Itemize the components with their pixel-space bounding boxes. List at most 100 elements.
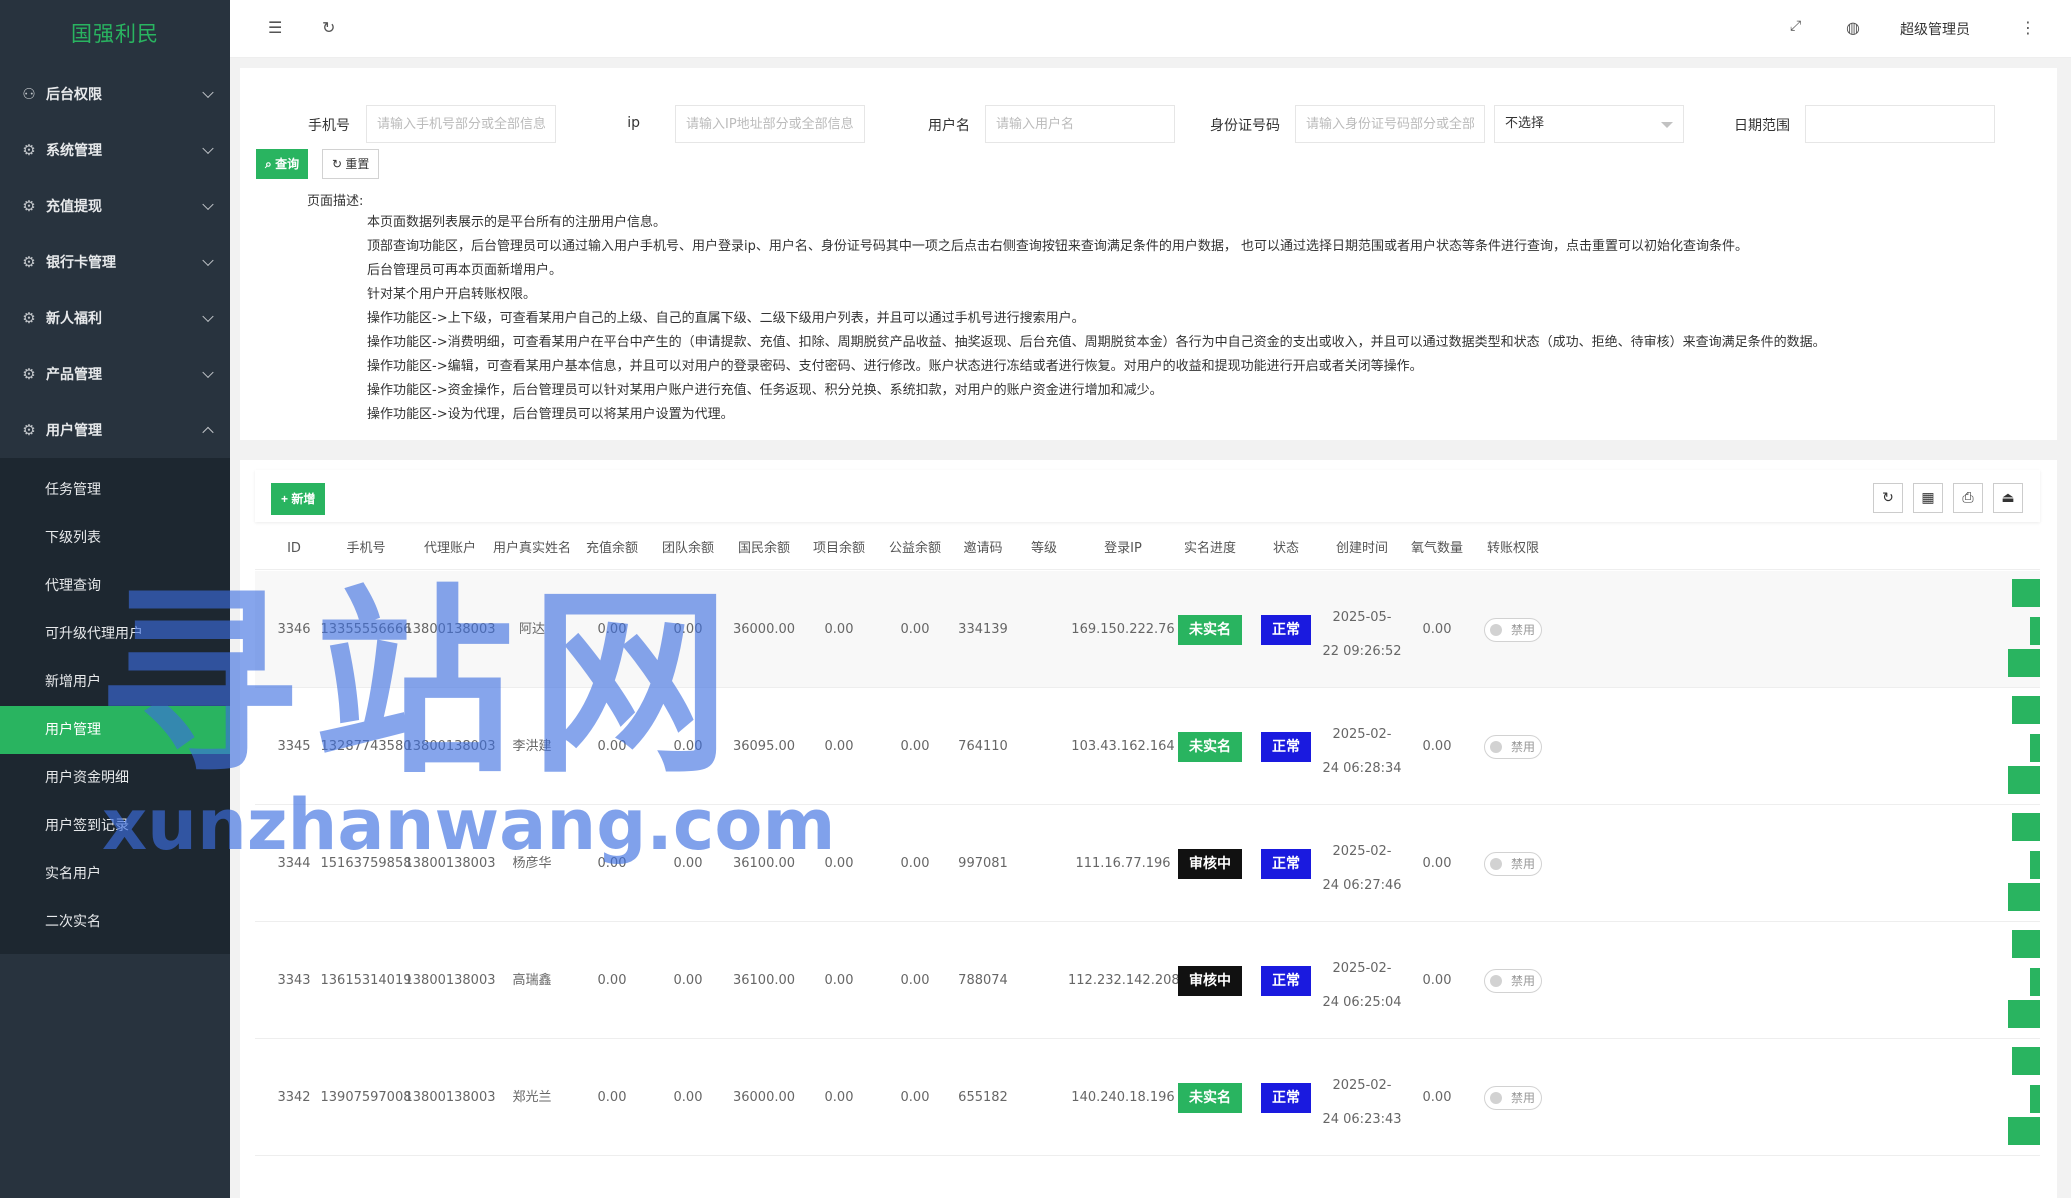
transfer-permission-switch[interactable]: 禁用 [1484,852,1542,876]
query-button-label: 查询 [275,157,300,171]
row-action-button[interactable] [2030,851,2040,879]
switch-knob [1490,1092,1502,1104]
globe-icon[interactable]: ◍ [1846,18,1860,37]
row-action-button[interactable] [2030,968,2040,996]
fullscreen-icon[interactable]: ⤢ [1790,18,1801,34]
logo: 国强利民 [71,22,159,46]
table-row[interactable]: 3343 13615314019 13800138003 高瑞鑫 0.00 0.00 361… [255,922,2040,1039]
transfer-permission-switch[interactable]: 禁用 [1484,1086,1542,1110]
submenu-item-6[interactable]: 用户资金明细 [0,754,230,802]
realname-status-badge: 审核中 [1178,849,1242,879]
sidebar-menu-label: 产品管理 [46,367,102,383]
description-line: 本页面数据列表展示的是平台所有的注册用户信息。 [367,215,667,230]
top-header: ☰ ↻ ⤢ ◍ 超级管理员 ⋮ [230,0,2071,58]
submenu-item-8[interactable]: 实名用户 [0,850,230,898]
submenu-item-7[interactable]: 用户签到记录 [0,802,230,850]
switch-label: 禁用 [1511,623,1536,637]
refresh-icon[interactable]: ↻ [322,18,335,37]
table-row[interactable]: 3346 13355556666 13800138003 阿达 0.00 0.00 3600… [255,571,2040,688]
transfer-permission-switch[interactable]: 禁用 [1484,969,1542,993]
plus-icon: + [281,492,292,506]
submenu-item-9[interactable]: 二次实名 [0,898,230,946]
transfer-permission-switch[interactable]: 禁用 [1484,618,1542,642]
switch-label: 禁用 [1511,1091,1536,1105]
row-action-button[interactable] [2008,649,2040,677]
cell-ip: 111.16.77.196 [1075,856,1171,871]
sidebar-menu-2[interactable]: ⚙ 充值提现 [0,178,230,234]
admin-user-menu[interactable]: 超级管理员 [1900,19,1970,39]
row-action-button[interactable] [2012,579,2040,607]
table-header: ID 手机号 代理账户 用户真实姓名 充值余额 团队余额 国民余额 项目余额 公益余额 邀请码 等级… [255,528,2040,570]
sidebar-menu-label: 用户管理 [46,423,102,439]
status-select-value: 不选择 [1505,116,1545,131]
submenu-item-3[interactable]: 可升级代理用户 [0,610,230,658]
export-icon[interactable]: ⏏ [1993,483,2023,513]
phone-input[interactable] [366,105,556,143]
submenu-item-5[interactable]: 用户管理 [0,706,230,754]
account-status-badge: 正常 [1261,1083,1311,1113]
row-action-button[interactable] [2008,1000,2040,1028]
print-icon[interactable]: ⎙ [1953,483,1983,513]
row-action-button[interactable] [2030,1085,2040,1113]
sidebar-menu-5[interactable]: ⚙ 产品管理 [0,346,230,402]
sidebar-menu-label: 新人福利 [46,311,102,327]
menu-toggle-icon[interactable]: ☰ [268,18,282,37]
submenu-item-4[interactable]: 新增用户 [0,658,230,706]
row-action-button[interactable] [2012,696,2040,724]
query-button[interactable]: ⌕ 查询 [256,149,309,179]
table-refresh-icon[interactable]: ↻ [1873,483,1903,513]
submenu-item-2[interactable]: 代理查询 [0,562,230,610]
account-status-badge: 正常 [1261,966,1311,996]
chevron-down-icon [1661,122,1673,128]
sidebar-menu-1[interactable]: ⚙ 系统管理 [0,122,230,178]
switch-label: 禁用 [1511,740,1536,754]
gear-icon: ⚙ [22,421,36,439]
transfer-permission-switch[interactable]: 禁用 [1484,735,1542,759]
table-row[interactable]: 3342 13907597008 13800138003 郑光兰 0.00 0.00 360… [255,1039,2040,1156]
realname-status-badge: 未实名 [1178,1083,1242,1113]
submenu-item-1[interactable]: 下级列表 [0,514,230,562]
table-row[interactable]: 3345 13287743580 13800138003 李洪建 0.00 0.00 360… [255,688,2040,805]
cell-ip: 169.150.222.76 [1071,622,1175,637]
chevron-down-icon [202,310,214,323]
add-user-button[interactable]: + 新增 [271,483,326,515]
row-action-button[interactable] [2012,930,2040,958]
row-action-button[interactable] [2008,766,2040,794]
description-lines: 本页面数据列表展示的是平台所有的注册用户信息。 顶部查询功能区，后台管理员可以通过… [367,211,1826,427]
description-line: 操作功能区->设为代理，后台管理员可以将某用户设置为代理。 [367,407,734,422]
row-action-button[interactable] [2012,1047,2040,1075]
ip-input[interactable] [675,105,865,143]
cell-ip: 140.240.18.196 [1071,1090,1175,1105]
sidebar-menu-3[interactable]: ⚙ 银行卡管理 [0,234,230,290]
idcard-label: 身份证号码 [1210,118,1280,134]
gear-icon: ⚙ [22,197,36,215]
realname-status-badge: 未实名 [1178,732,1242,762]
sidebar-menu-0[interactable]: ⚇ 后台权限 [0,66,230,122]
row-action-button[interactable] [2030,617,2040,645]
more-options-icon[interactable]: ⋮ [2020,18,2036,37]
sidebar-menu-label: 后台权限 [46,87,102,103]
table-row[interactable]: 3344 15163759858 13800138003 杨彦华 0.00 0.00 361… [255,805,2040,922]
row-action-button[interactable] [2008,1117,2040,1145]
sidebar-menu-6[interactable]: ⚙ 用户管理 [0,402,230,458]
account-status-badge: 正常 [1261,849,1311,879]
row-action-button[interactable] [2008,883,2040,911]
gear-icon: ⚙ [22,309,36,327]
description-line: 操作功能区->资金操作，后台管理员可以针对某用户账户进行充值、任务返现、积分兑换… [367,383,1163,398]
reset-button[interactable]: ↻ 重置 [322,149,380,179]
column-header: 转账权限 [1486,541,1539,556]
switch-label: 禁用 [1511,857,1536,871]
row-action-button[interactable] [2012,813,2040,841]
cell-ip: 112.232.142.208 [1068,973,1180,988]
sidebar-menu-4[interactable]: ⚙ 新人福利 [0,290,230,346]
cell-oxygen: 0.00 [1422,856,1452,871]
chevron-up-icon [202,426,214,439]
columns-filter-icon[interactable]: ▦ [1913,483,1943,513]
username-input[interactable] [985,105,1175,143]
row-action-button[interactable] [2030,734,2040,762]
submenu-item-0[interactable]: 任务管理 [0,466,230,514]
date-range-input[interactable] [1805,105,1995,143]
chevron-down-icon [202,86,214,99]
status-select[interactable]: 不选择 [1494,105,1684,143]
idcard-input[interactable] [1295,105,1485,143]
